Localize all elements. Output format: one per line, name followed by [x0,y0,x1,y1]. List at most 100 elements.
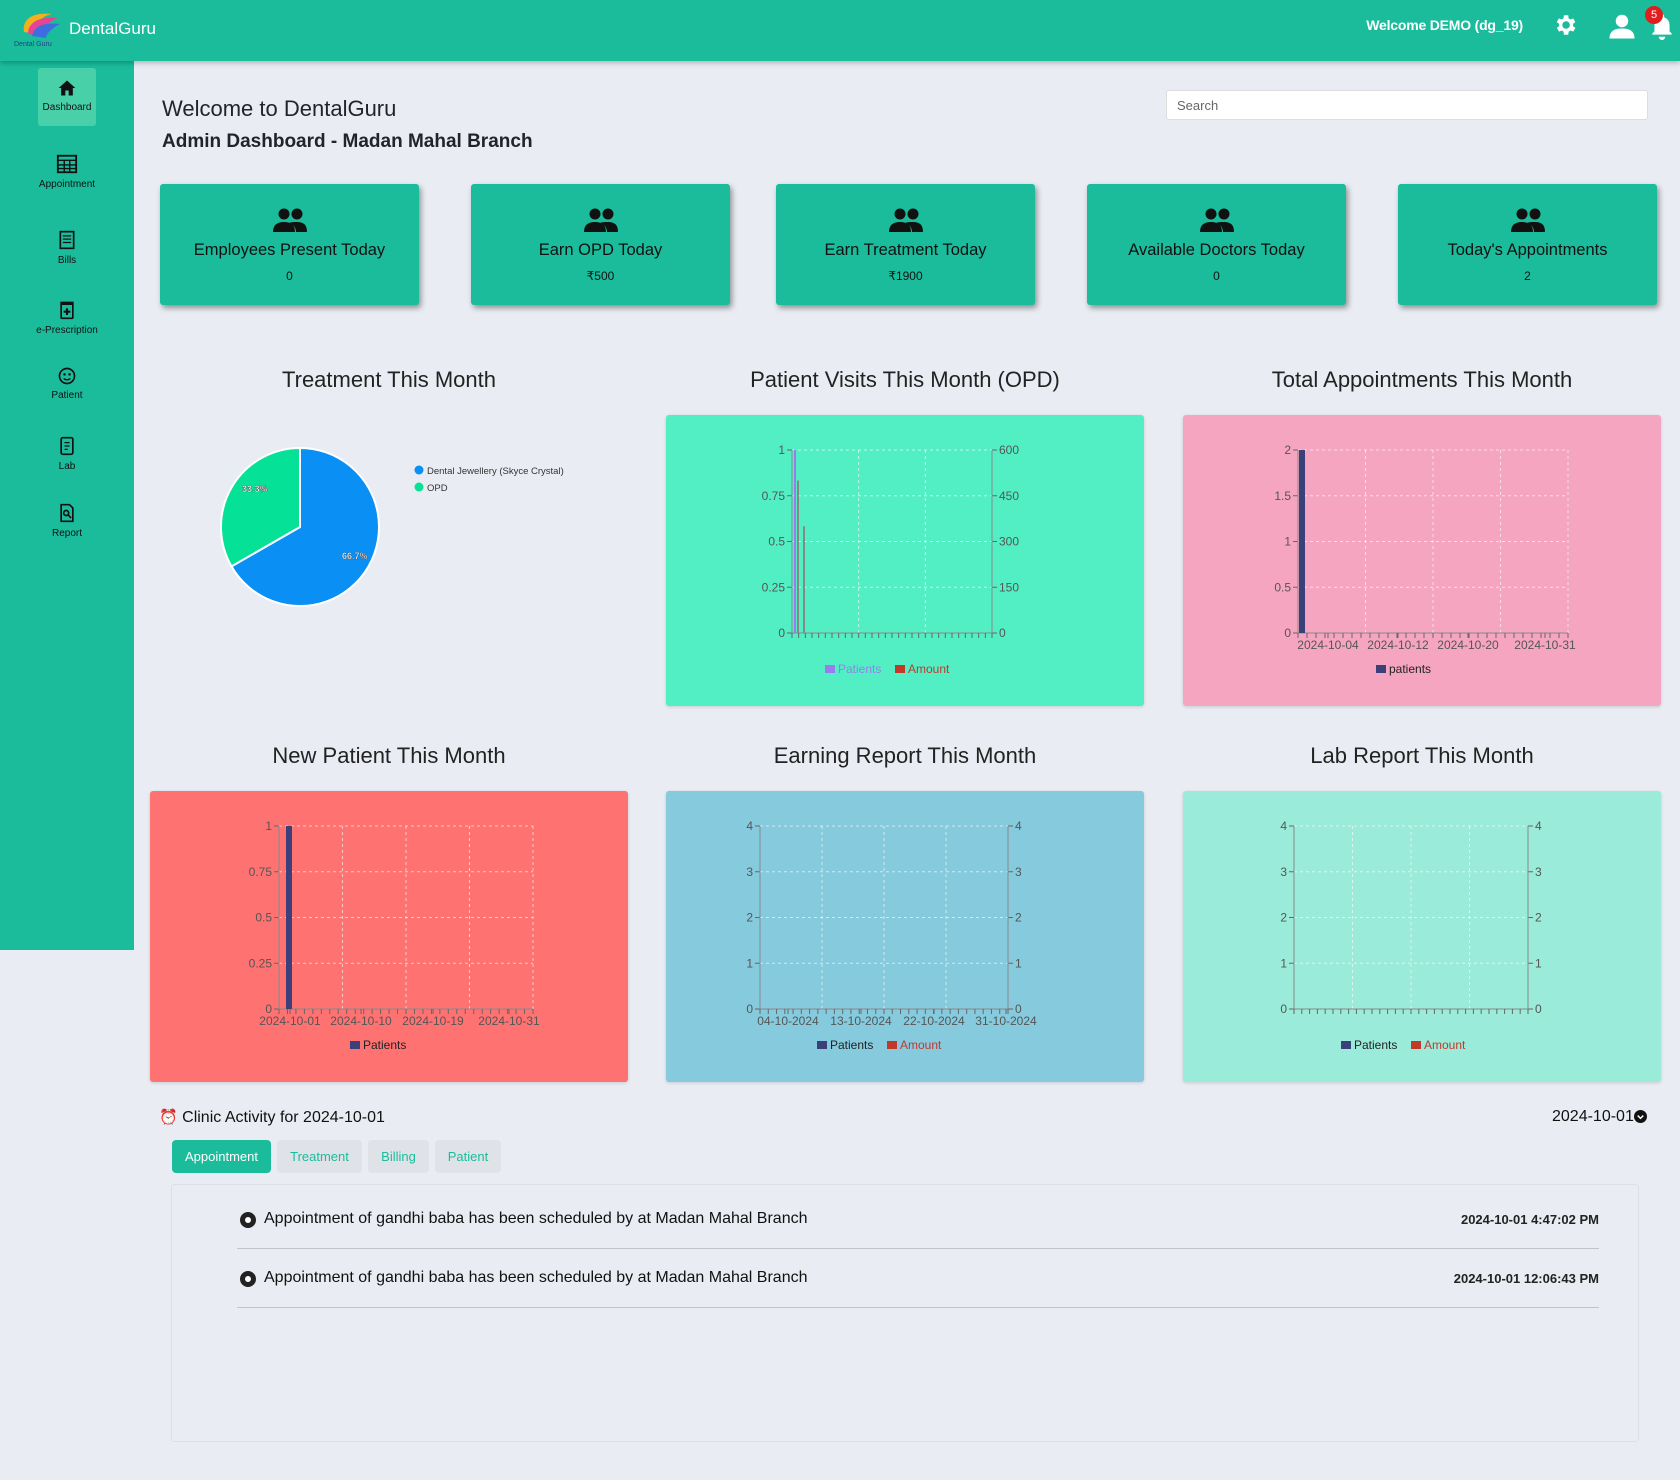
sidebar-item-appointment[interactable]: Appointment [0,153,134,190]
stat-value: 2 [1524,269,1531,283]
activity-timestamp: 2024-10-01 4:47:02 PM [1460,1212,1599,1227]
sidebar-item-label: e-Prescription [36,325,98,336]
y-tick-label: 1.5 [1274,489,1291,503]
clinic-activity-heading: Clinic Activity for 2024-10-01 [182,1109,385,1126]
pie-slice-label: 33.3% [242,484,268,494]
legend-marker [414,465,424,475]
stat-label: Today's Appointments [1447,241,1608,259]
chart-title-new-patient: New Patient This Month [272,743,506,768]
stat-value: ₹500 [586,269,615,283]
user-profile-icon[interactable] [1607,11,1637,41]
sidebar-item-lab[interactable]: Lab [0,435,134,472]
activity-date-picker[interactable]: 2024-10-01 [1552,1108,1647,1126]
home-icon [58,80,76,96]
legend-marker [1341,1041,1351,1049]
stat-card-available-doctors[interactable]: Available Doctors Today 0 [1087,184,1346,305]
y2-tick-label: 1 [1535,956,1542,970]
y-tick-label: 2 [746,911,753,925]
sidebar-item-label: Patient [51,390,83,401]
bar-patients [794,450,796,633]
tab-billing[interactable]: Billing [368,1140,429,1173]
earning-report-chart: 0 1 2 3 4 0 1 2 3 4 04-10-2024 13-10-2024 22-10-2024… [666,791,1144,1082]
legend-label: OPD [427,483,448,494]
activity-item: Appointment of gandhi baba has been sche… [237,1249,1599,1308]
stat-card-employees-present[interactable]: Employees Present Today 0 [160,184,419,305]
treatment-pie-chart: 66.7% 33.3% Dental Jewellery (Skyce Crysta… [150,415,628,706]
y2-tick-label: 4 [1015,819,1022,833]
table-icon [56,154,78,174]
sidebar-item-bills[interactable]: Bills [0,229,134,266]
lab-report-chart: 0 1 2 3 4 0 1 2 3 4 Patients Amount [1183,791,1661,1082]
y-tick-label: 2 [1280,911,1287,925]
y-tick-label: 0.5 [255,911,272,925]
timeline-dot-icon [240,1271,256,1287]
stat-card-earn-treatment[interactable]: Earn Treatment Today ₹1900 [776,184,1035,305]
y-tick-label: 2 [1284,443,1291,457]
sidebar-item-label: Appointment [38,179,96,190]
legend-label: Amount [1424,1038,1466,1052]
y2-tick-label: 2 [1015,911,1022,925]
chevron-down-icon [1633,1110,1647,1123]
dentalguru-logo[interactable]: Dental Guru [12,8,68,48]
y-tick-label: 4 [746,819,753,833]
sidebar-item-e-prescription[interactable]: e-Prescription [0,299,134,336]
welcome-user-text: Welcome DEMO (dg_19) [1366,17,1523,33]
page-title: Welcome to DentalGuru [162,96,397,121]
timeline-dot-icon [240,1212,256,1228]
tab-appointment[interactable]: Appointment [172,1140,271,1173]
y-tick-label: 0 [1280,1002,1287,1016]
sidebar-item-dashboard[interactable]: Dashboard [38,68,96,126]
activity-message: Appointment of gandhi baba has been sche… [264,1269,808,1286]
y-tick-label: 4 [1280,819,1287,833]
x-tick-label: 31-10-2024 [975,1014,1037,1028]
stat-label: Earn Treatment Today [824,241,987,259]
clinic-activity-title: ⏰ Clinic Activity for 2024-10-01 [159,1108,385,1127]
chart-title-treatment: Treatment This Month [282,367,496,392]
y-tick-label: 0.5 [1274,580,1291,594]
activity-timestamp: 2024-10-01 12:06:43 PM [1453,1271,1599,1286]
sidebar-item-patient[interactable]: Patient [0,366,134,401]
prescription-icon [60,301,74,320]
stat-card-todays-appointments[interactable]: Today's Appointments 2 [1398,184,1657,305]
users-icon [583,208,618,232]
y-tick-label: 0 [746,1002,753,1016]
notification-badge[interactable]: 5 [1645,6,1663,24]
y-tick-label: 0.5 [768,535,785,549]
tab-treatment[interactable]: Treatment [277,1140,362,1173]
legend-marker [350,1041,360,1049]
chart-svg: 00.250.50.7512024-10-01 2024-10-10 2024-10… [249,819,540,1052]
bar-patients [1299,450,1305,633]
stat-value: 0 [286,269,293,283]
tab-patient[interactable]: Patient [435,1140,501,1173]
legend-label: Patients [1354,1038,1397,1052]
chart-svg: 012340123404-10-2024 13-10-2024 22-10-2024… [746,819,1037,1052]
y-tick-label: 0 [778,626,785,640]
stat-card-earn-opd[interactable]: Earn OPD Today ₹500 [471,184,730,305]
pie-slice-label: 66.7% [342,551,368,561]
y2-tick-label: 450 [999,489,1019,503]
total-appointments-chart: 0 0.5 1 1.5 2 2024-10-04 2024-10-12 2024-10-20 2… [1183,415,1661,706]
y2-tick-label: 600 [999,443,1019,457]
x-tick-label: 2024-10-19 [402,1014,464,1028]
chart-title-patient-visits: Patient Visits This Month (OPD) [750,367,1060,392]
legend-marker [817,1041,827,1049]
new-patient-chart: 0 0.25 0.5 0.75 1 2024-10-01 2024-10-10 2024-10… [150,791,628,1082]
y2-tick-label: 1 [1015,956,1022,970]
bar-amount [797,480,799,633]
legend-label: patients [1389,662,1431,676]
x-tick-label: 22-10-2024 [903,1014,965,1028]
legend-label: Amount [908,662,950,676]
y-tick-label: 1 [778,443,785,457]
chart-title-total-appointments: Total Appointments This Month [1271,367,1573,392]
sidebar-item-report[interactable]: Report [0,502,134,539]
app-title[interactable]: DentalGuru [69,19,156,39]
chart-svg: 0 0.5 1 1.5 2 2024-10-04 2024-10-12 2024-10-20 2… [1274,443,1576,676]
patient-icon [58,367,76,385]
users-icon [1199,208,1234,232]
stat-value: 0 [1213,269,1220,283]
gear-icon[interactable] [1552,12,1578,38]
legend-marker [1411,1041,1421,1049]
search-input[interactable] [1166,90,1648,120]
chart-svg: 0 1 2 3 4 0 1 2 3 4 Patients Amount [1280,819,1542,1052]
top-navbar: Dental Guru DentalGuru Welcome DEMO (dg_… [0,0,1680,61]
